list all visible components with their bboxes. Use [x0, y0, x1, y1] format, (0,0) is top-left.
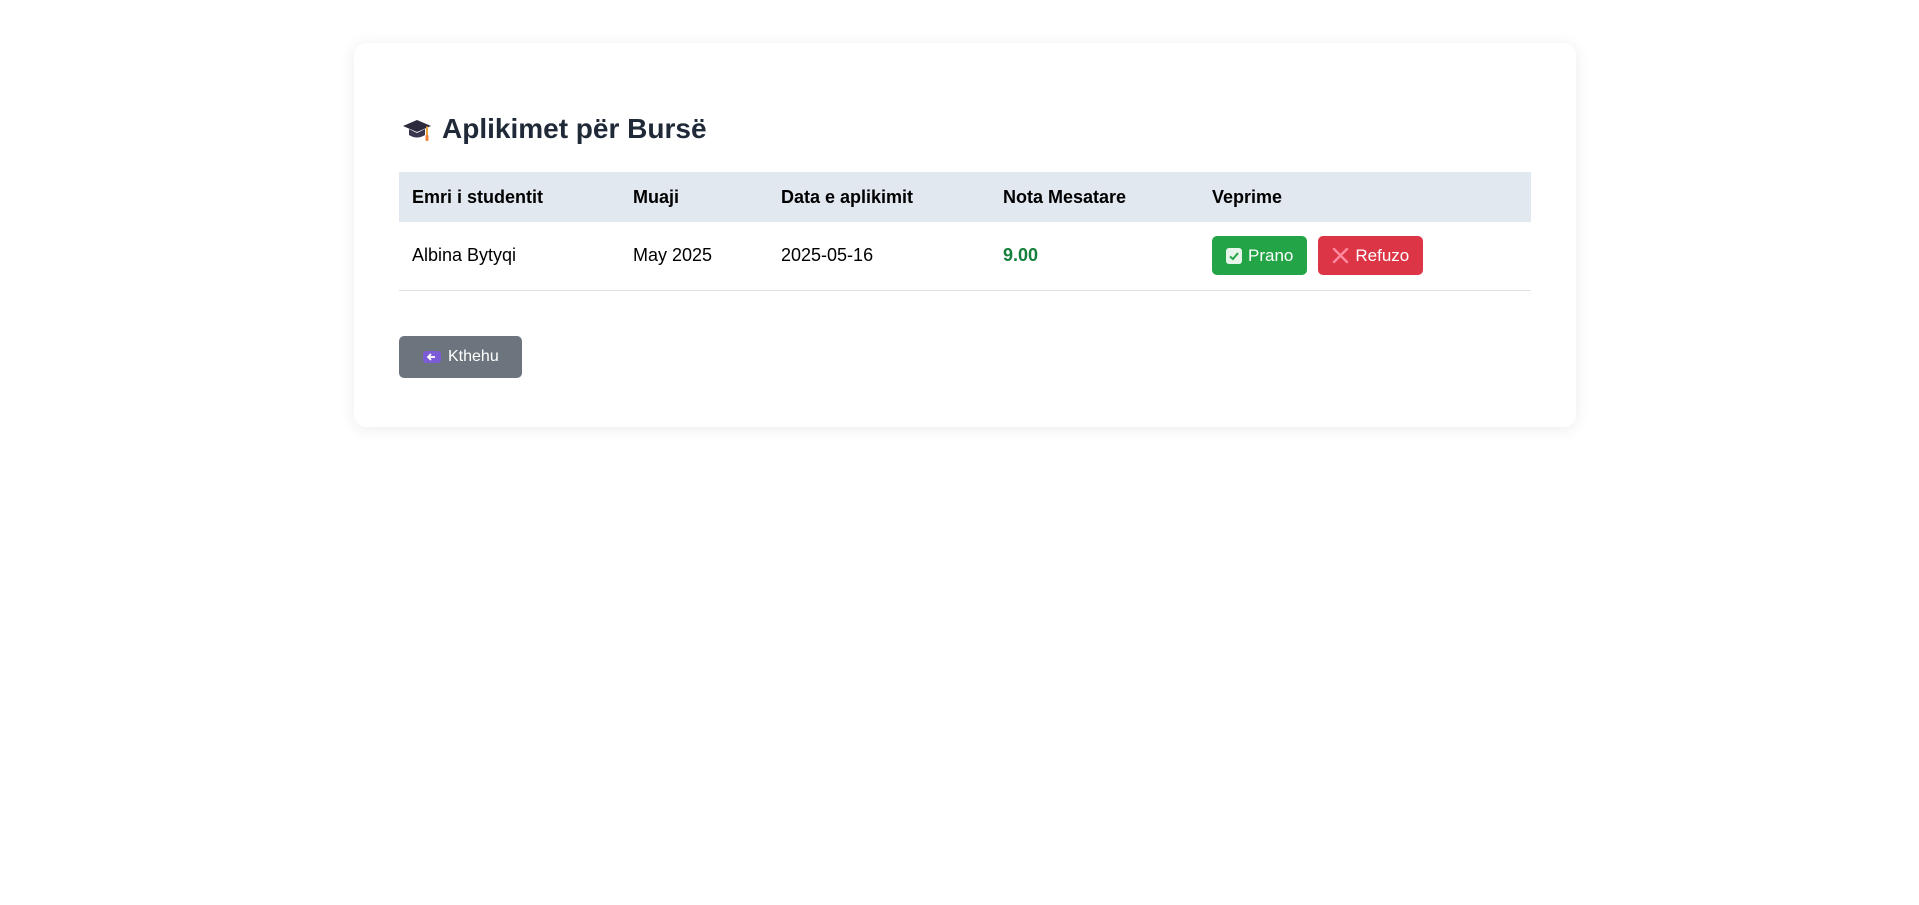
cell-month: May 2025: [620, 222, 768, 291]
page-title-text: Aplikimet për Bursë: [442, 113, 707, 144]
page-title: Aplikimet për Bursë: [399, 113, 1531, 145]
applications-card: Aplikimet për Bursë Emri i studentit Mua…: [354, 43, 1576, 427]
cell-student-name: Albina Bytyqi: [399, 222, 620, 291]
accept-button[interactable]: Prano: [1212, 236, 1308, 276]
applications-table: Emri i studentit Muaji Data e aplikimit …: [399, 172, 1531, 291]
cell-application-date: 2025-05-16: [768, 222, 990, 291]
back-button-label: Kthehu: [448, 347, 499, 365]
cell-actions: Prano Refuzo: [1199, 222, 1531, 291]
graduation-cap-icon: [402, 114, 432, 144]
reject-button[interactable]: Refuzo: [1318, 236, 1424, 276]
cell-average-grade: 9.00: [990, 222, 1199, 291]
table-header-row: Emri i studentit Muaji Data e aplikimit …: [399, 172, 1531, 222]
back-arrow-icon: [422, 350, 442, 364]
check-icon: [1226, 247, 1242, 264]
back-button[interactable]: Kthehu: [399, 335, 522, 378]
table-row: Albina Bytyqi May 2025 2025-05-16 9.00 P…: [399, 222, 1531, 291]
header-month: Muaji: [633, 186, 680, 207]
reject-button-label: Refuzo: [1355, 245, 1410, 265]
accept-button-label: Prano: [1248, 245, 1294, 265]
close-icon: [1332, 247, 1349, 264]
header-application-date: Data e aplikimit: [781, 186, 914, 207]
row-actions: Prano Refuzo: [1212, 236, 1518, 276]
header-student-name: Emri i studentit: [412, 186, 544, 207]
header-actions: Veprime: [1212, 186, 1283, 207]
header-average-grade: Nota Mesatare: [1003, 186, 1127, 207]
